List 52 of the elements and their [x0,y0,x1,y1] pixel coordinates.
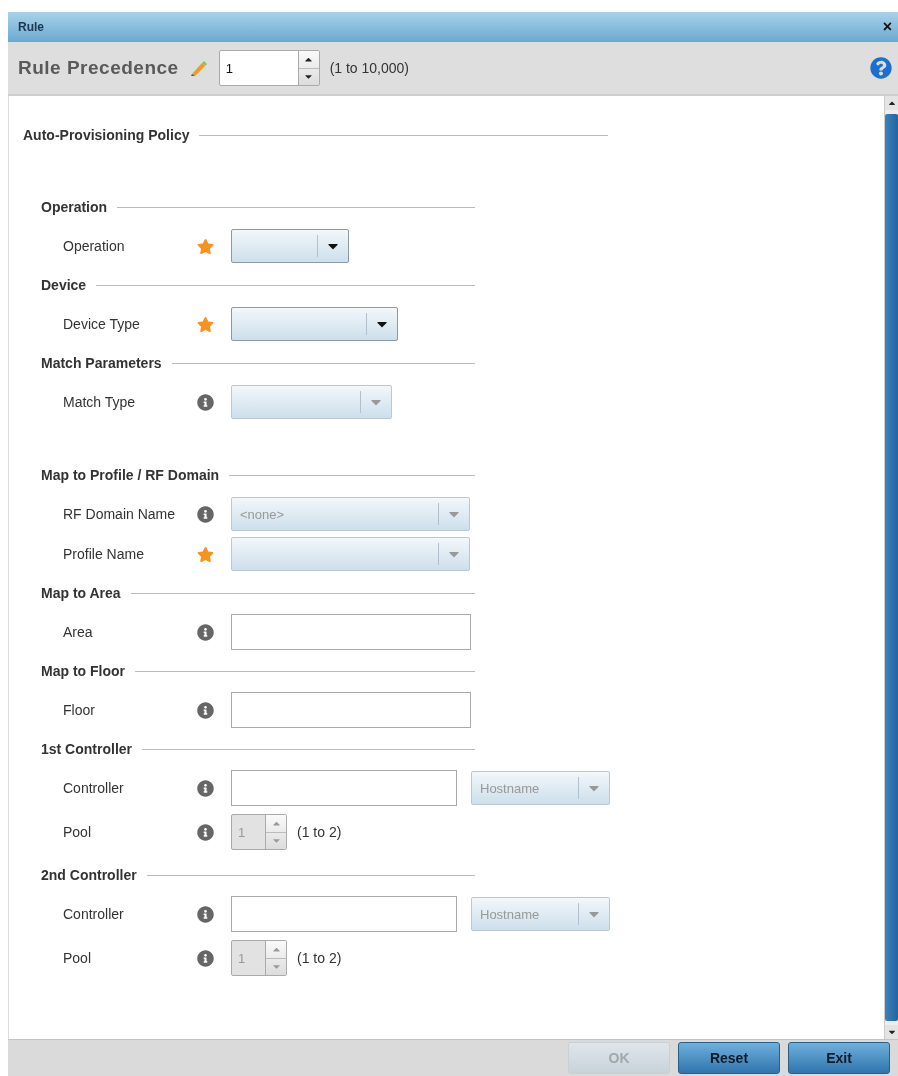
info-icon [197,393,214,411]
input-field[interactable] [231,770,457,806]
info-icon [197,623,214,641]
input-field[interactable] [231,692,471,728]
required-star-icon [197,545,214,563]
group-title: Map to Profile / RF Domain [41,467,220,483]
group-title: Map to Floor [41,663,125,679]
field-label: Controller [63,780,125,796]
group-title: 1st Controller [41,741,132,757]
field-label: Floor [63,702,96,718]
input-field[interactable] [231,896,457,932]
required-star-icon [197,237,214,255]
close-button[interactable]: × [882,18,892,36]
field-label: Pool [63,950,93,966]
number-spinner[interactable]: 1 [218,50,320,86]
info-icon [197,701,214,719]
dropdown[interactable]: Hostname [471,771,610,805]
range-hint: (1 to 2) [297,824,342,840]
field-label: Area [63,624,94,640]
info-icon [197,823,214,841]
rule-precedence-label: Rule Precedence [18,57,179,79]
group-title: Operation [41,199,108,215]
dropdown[interactable] [231,229,349,263]
field-label: Profile Name [63,546,145,562]
info-icon [197,949,214,967]
dropdown[interactable]: Hostname [471,897,610,931]
section-title: Auto-Provisioning Policy [23,127,190,143]
field-label: Match Type [63,394,137,410]
group-title: Match Parameters [41,355,162,371]
dropdown[interactable] [231,307,398,341]
dialog-button[interactable]: Reset [678,1042,780,1074]
help-icon[interactable] [870,57,892,79]
range-hint: (1 to 10,000) [329,60,410,76]
group-title: Device [41,277,87,293]
window-title: Rule [18,20,44,34]
scroll-down-button[interactable] [885,1025,898,1039]
group-title: 2nd Controller [41,867,137,883]
info-icon [197,505,214,523]
pencil-icon [188,59,209,77]
field-label: Pool [63,824,93,840]
required-star-icon [197,315,214,333]
scroll-up-button[interactable] [885,96,898,110]
info-icon [197,779,214,797]
field-label: Operation [63,238,126,254]
group-title: Map to Area [41,585,121,601]
info-icon [197,905,214,923]
input-field[interactable] [231,614,471,650]
range-hint: (1 to 2) [297,950,342,966]
field-label: Controller [63,906,125,922]
field-label: Device Type [63,316,141,332]
dialog-button[interactable]: Exit [788,1042,890,1074]
field-label: RF Domain Name [63,506,177,522]
